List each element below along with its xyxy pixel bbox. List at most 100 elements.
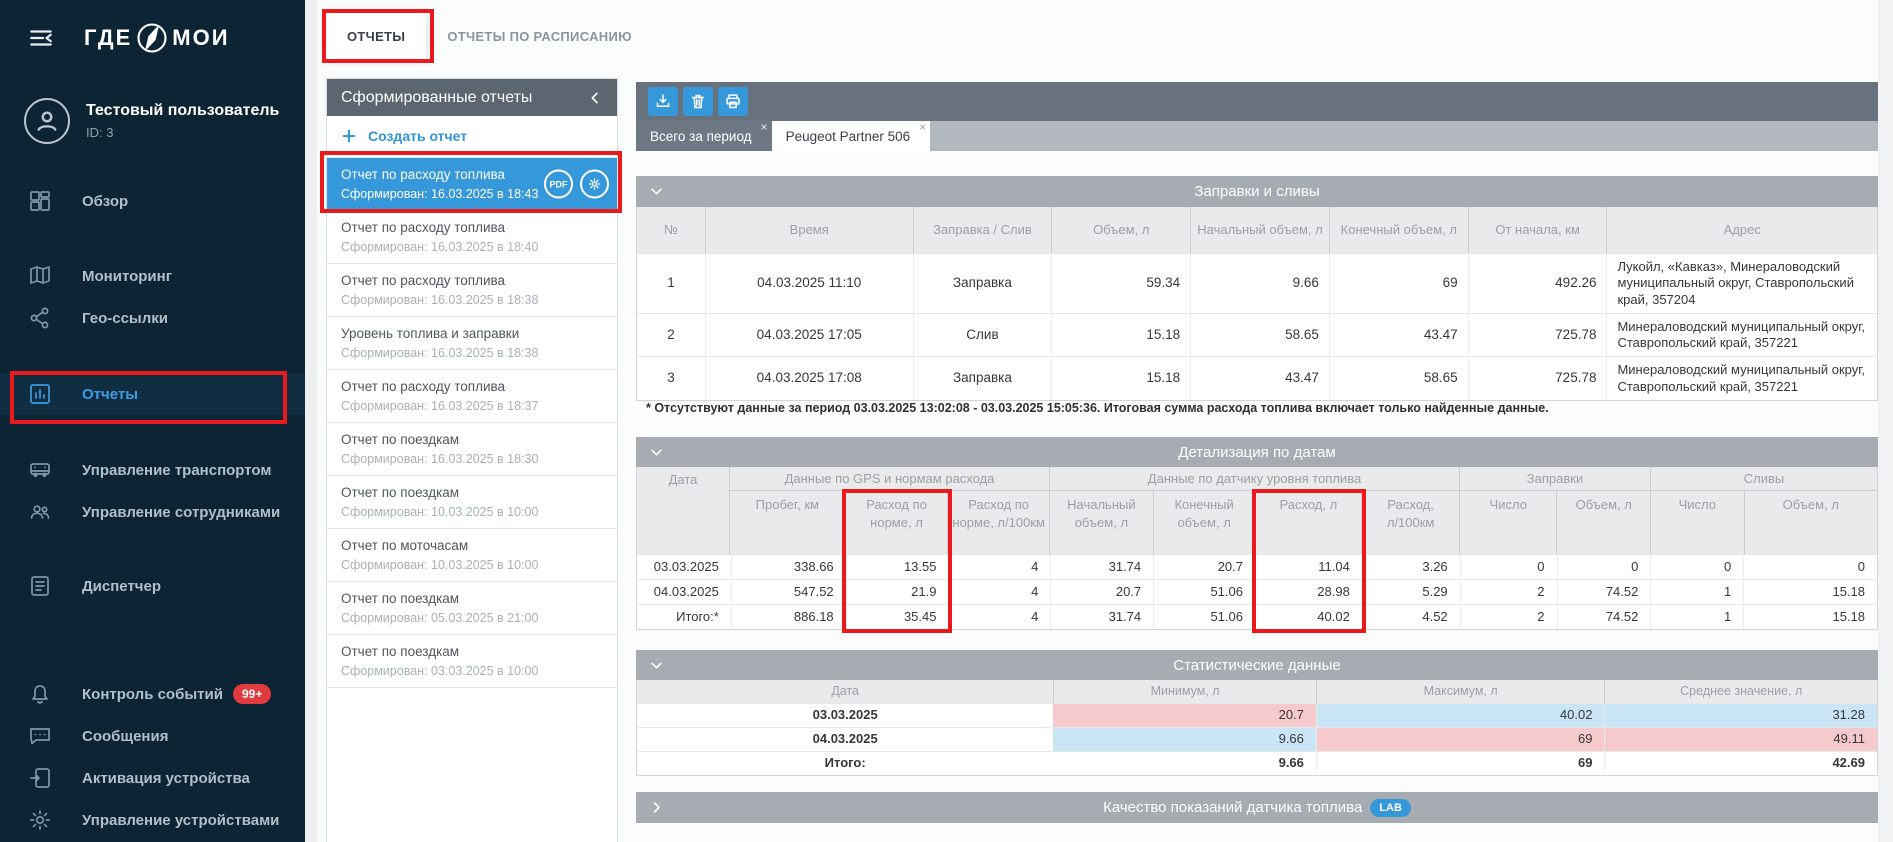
chevron-down-icon[interactable] xyxy=(649,658,664,673)
lab-badge: LAB xyxy=(1370,799,1411,817)
table-row: 104.03.2025 11:10Заправка59.349.6669492.… xyxy=(637,253,1877,313)
sidebar: ГДЕ МОИ Тестовый пользователь ID: 3 Обзо… xyxy=(0,0,305,842)
close-icon[interactable]: × xyxy=(761,121,768,133)
table-cell: 04.03.2025 11:10 xyxy=(705,254,913,313)
table-cell: 49.11 xyxy=(1604,728,1877,751)
table-cell: 5.29 xyxy=(1362,580,1460,604)
table-cell: 9.66 xyxy=(1190,254,1329,313)
app-logo: ГДЕ МОИ xyxy=(84,20,230,56)
report-settings-icon[interactable] xyxy=(580,170,609,199)
chevron-down-icon[interactable] xyxy=(649,184,664,199)
user-id: ID: 3 xyxy=(86,125,279,140)
dashboard-icon xyxy=(28,189,52,213)
chevron-right-icon[interactable] xyxy=(649,800,664,815)
sidebar-item[interactable]: Обзор xyxy=(0,180,305,222)
table-cell: 1 xyxy=(1650,605,1743,629)
user-name: Тестовый пользователь xyxy=(86,102,279,120)
reports-tabs: ОТЧЕТЫ ОТЧЕТЫ ПО РАСПИСАНИЮ xyxy=(326,12,653,60)
details-section-header: Детализация по датам xyxy=(636,437,1878,467)
pdf-icon[interactable]: PDF xyxy=(544,170,573,199)
table-cell: 0 xyxy=(1460,555,1557,579)
table-cell: Минераловодский муниципальный округ, Ста… xyxy=(1606,314,1877,357)
sidebar-item[interactable]: Диспетчер xyxy=(0,565,305,607)
report-list-item[interactable]: Уровень топлива и заправки Сформирован: … xyxy=(327,317,617,370)
print-icon[interactable] xyxy=(718,87,748,116)
plus-icon xyxy=(341,128,357,144)
fuel-sensor-quality-bar[interactable]: Качество показаний датчика топлива LAB xyxy=(636,792,1878,823)
app-root: ГДЕ МОИ Тестовый пользователь ID: 3 Обзо… xyxy=(0,0,1893,842)
vehicle-tab[interactable]: Всего за период × xyxy=(636,121,772,151)
report-list-item[interactable]: Отчет по поездкам Сформирован: 16.03.202… xyxy=(327,423,617,476)
table-cell: 4 xyxy=(948,555,1050,579)
refuels-section-header: Заправки и сливы xyxy=(636,176,1878,207)
table-cell: Расход по норме, л xyxy=(845,491,948,554)
table-cell: 03.03.2025 xyxy=(637,555,731,579)
table-cell: Время xyxy=(705,207,913,253)
table-cell: Дата xyxy=(637,680,1053,703)
car-icon xyxy=(28,458,52,482)
table-cell: Объем, л xyxy=(1556,491,1650,554)
report-list-item[interactable]: Отчет по поездкам Сформирован: 05.03.202… xyxy=(327,582,617,635)
table-cell: 74.52 xyxy=(1557,580,1651,604)
download-icon[interactable] xyxy=(648,87,678,116)
sidebar-item[interactable]: Отчеты xyxy=(0,373,305,415)
table-cell: 31.74 xyxy=(1050,555,1153,579)
table-row: 03.03.2025 20.740.0231.28 xyxy=(637,703,1877,727)
create-report-button[interactable]: Создать отчет xyxy=(327,116,617,158)
sidebar-item[interactable]: Управление устройствами xyxy=(0,799,305,841)
sidebar-item[interactable]: Гео-ссылки xyxy=(0,297,305,339)
report-list-item[interactable]: Отчет по поездкам Сформирован: 10.03.202… xyxy=(327,476,617,529)
table-cell: 51.06 xyxy=(1153,605,1255,629)
report-list: Отчет по расходу топлива Сформирован: 16… xyxy=(327,158,617,688)
sidebar-item[interactable]: Контроль событий 99+ xyxy=(0,673,305,715)
chevron-left-icon[interactable] xyxy=(587,90,603,106)
table-cell: 74.52 xyxy=(1557,605,1651,629)
report-list-item[interactable]: Отчет по расходу топлива Сформирован: 16… xyxy=(327,370,617,423)
report-list-item[interactable]: Отчет по расходу топлива Сформирован: 16… xyxy=(327,211,617,264)
sidebar-item[interactable]: Активация устройства xyxy=(0,757,305,799)
report-list-item[interactable]: Отчет по расходу топлива Сформирован: 16… xyxy=(327,158,617,211)
menu-collapse-icon[interactable] xyxy=(26,25,56,51)
table-row: 04.03.2025 9.666949.11 xyxy=(637,727,1877,751)
table-cell: 492.26 xyxy=(1468,254,1607,313)
trash-icon[interactable] xyxy=(683,87,713,116)
people-icon xyxy=(28,500,52,524)
report-list-item[interactable]: Отчет по расходу топлива Сформирован: 16… xyxy=(327,264,617,317)
table-cell: Слив xyxy=(913,314,1052,357)
vehicle-tab[interactable]: Peugeot Partner 506 × xyxy=(772,121,931,151)
sidebar-item[interactable]: Сообщения xyxy=(0,715,305,757)
report-list-item[interactable]: Отчет по моточасам Сформирован: 10.03.20… xyxy=(327,529,617,582)
table-row: 204.03.2025 17:05Слив15.1858.6543.47725.… xyxy=(637,313,1877,357)
table-cell: Расход, л xyxy=(1255,491,1362,554)
table-cell: 69 xyxy=(1316,728,1605,751)
chevron-down-icon[interactable] xyxy=(649,445,664,460)
sidebar-item[interactable]: Управление сотрудниками xyxy=(0,491,305,533)
table-cell: Объем, л xyxy=(1051,207,1190,253)
sidebar-item[interactable]: Управление транспортом xyxy=(0,449,305,491)
table-cell: Адрес xyxy=(1606,207,1877,253)
table-cell: 2 xyxy=(1460,605,1557,629)
panel-title: Сформированные отчеты xyxy=(341,89,532,107)
details-section: Детализация по датам Дата Данные по GPS … xyxy=(636,437,1878,630)
table-cell: Конечный объем, л xyxy=(1329,207,1468,253)
reports-tab[interactable]: ОТЧЕТЫ xyxy=(326,12,426,60)
table-cell: 20.7 xyxy=(1050,580,1153,604)
event-count-badge: 99+ xyxy=(233,684,271,704)
table-cell: Итого:* xyxy=(637,605,731,629)
table-cell: Минераловодский муниципальный округ, Ста… xyxy=(1606,357,1877,400)
quality-bar-title: Качество показаний датчика топлива xyxy=(1103,799,1362,816)
report-list-item[interactable]: Отчет по поездкам Сформирован: 03.03.202… xyxy=(327,635,617,688)
table-cell: 0 xyxy=(1743,555,1877,579)
reports-scrollbar[interactable] xyxy=(305,0,317,842)
close-icon[interactable]: × xyxy=(919,121,926,133)
table-row: 04.03.2025547.5221.9420.751.0628.985.292… xyxy=(637,579,1877,604)
table-cell: 0 xyxy=(1650,555,1743,579)
column-group: Заправки ЧислоОбъем, л xyxy=(1459,467,1650,554)
reports-tab[interactable]: ОТЧЕТЫ ПО РАСПИСАНИЮ xyxy=(426,12,652,60)
stats-section-header: Статистические данные xyxy=(636,650,1878,680)
page-scrollbar[interactable] xyxy=(1878,0,1893,842)
table-cell: Лукойл, «Кавказ», Минераловодский муници… xyxy=(1606,254,1877,313)
table-cell: Число xyxy=(1651,491,1744,554)
sidebar-item[interactable]: Мониторинг xyxy=(0,255,305,297)
column-group: Данные по датчику уровня топлива Начальн… xyxy=(1049,467,1459,554)
